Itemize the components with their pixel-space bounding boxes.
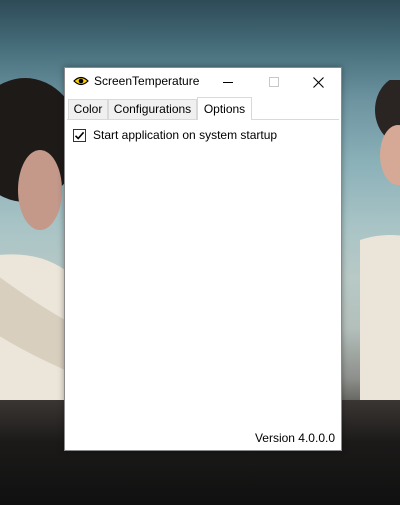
tab-configurations[interactable]: Configurations <box>108 99 197 119</box>
maximize-button <box>251 68 297 96</box>
minimize-button[interactable] <box>205 68 251 96</box>
app-window: ScreenTemperature Color Configurations O… <box>64 67 342 451</box>
window-title: ScreenTemperature <box>94 74 200 88</box>
options-panel: Start application on system startup Vers… <box>67 119 339 449</box>
maximize-icon <box>269 77 279 87</box>
checkmark-icon <box>74 131 85 140</box>
startup-checkbox-label: Start application on system startup <box>93 128 278 142</box>
close-button[interactable] <box>295 68 341 96</box>
startup-option[interactable]: Start application on system startup <box>73 128 277 142</box>
close-icon <box>312 76 324 88</box>
tab-color[interactable]: Color <box>68 99 108 119</box>
startup-checkbox[interactable] <box>73 128 86 142</box>
minimize-icon <box>223 82 233 83</box>
title-bar[interactable]: ScreenTemperature <box>65 68 341 96</box>
version-label: Version 4.0.0.0 <box>254 431 335 445</box>
app-eye-icon <box>73 76 89 86</box>
tab-options[interactable]: Options <box>197 97 252 120</box>
wallpaper-person-right <box>360 80 400 410</box>
